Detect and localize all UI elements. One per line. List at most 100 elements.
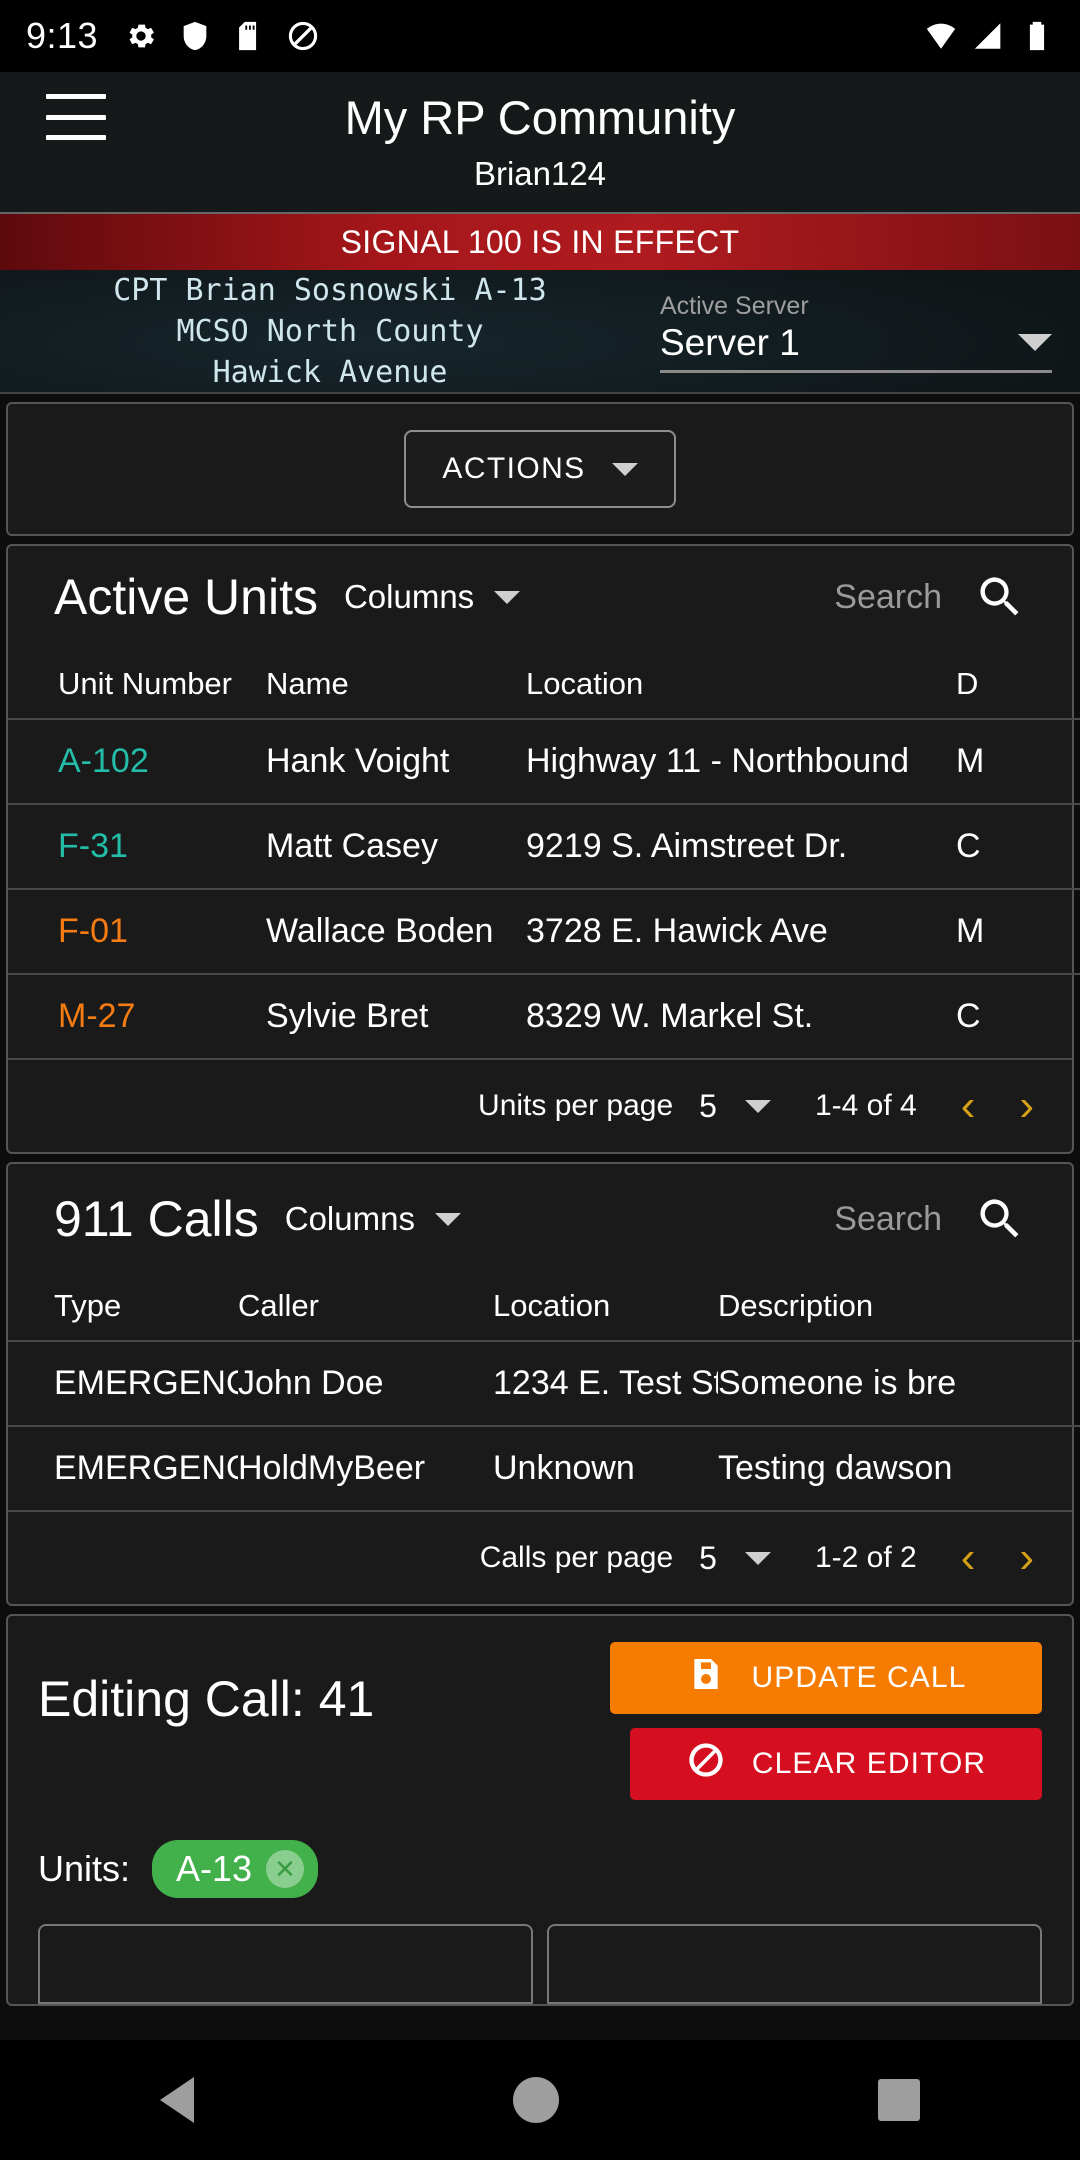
- status-bar: 9:13: [0, 0, 1080, 72]
- wifi-icon: [924, 19, 958, 53]
- home-circle-icon[interactable]: [512, 2077, 559, 2123]
- calls-911-card: 911 Calls Columns Search Type Caller Loc…: [6, 1162, 1080, 1606]
- android-navigation-bar: [0, 2040, 1080, 2160]
- block-icon: [686, 1740, 726, 1788]
- column-header-caller[interactable]: Caller: [238, 1266, 493, 1341]
- chevron-left-icon[interactable]: ‹: [961, 1536, 976, 1580]
- calls-911-header: 911 Calls Columns Search: [8, 1164, 1072, 1266]
- column-header-type[interactable]: Type: [8, 1266, 238, 1341]
- calls-per-page-label: Calls per page: [479, 1541, 674, 1574]
- cell-type: EMERGENCY: [8, 1425, 238, 1510]
- table-row[interactable]: EMERGENCYJohn Doe1234 E. Test St.Someone…: [8, 1340, 1080, 1426]
- column-header-location[interactable]: Location: [493, 1266, 718, 1341]
- cell-unit-number: F-31: [8, 803, 266, 889]
- update-call-button[interactable]: UPDATE CALL: [610, 1642, 1042, 1714]
- cell-description: Someone is bre: [718, 1340, 1080, 1426]
- close-circle-icon[interactable]: ✕: [266, 1850, 305, 1888]
- chevron-down-icon[interactable]: [744, 1551, 771, 1565]
- active-units-paginator: Units per page 5 1-4 of 4 ‹ ›: [8, 1058, 1072, 1152]
- chevron-down-icon: [494, 590, 521, 604]
- unit-chip[interactable]: A-13 ✕: [152, 1840, 319, 1898]
- table-row[interactable]: F-01 Wallace Boden 3728 E. Hawick Ave M: [8, 888, 1080, 974]
- hamburger-menu-icon[interactable]: [46, 94, 106, 140]
- active-units-columns-button[interactable]: Columns: [343, 578, 521, 616]
- officer-department-line: MCSO North County: [176, 313, 484, 349]
- clear-editor-label: CLEAR EDITOR: [751, 1747, 987, 1780]
- cell-department: M: [956, 888, 1080, 974]
- active-server-label: Active Server: [660, 291, 809, 320]
- editor-units-row: Units: A-13 ✕: [38, 1840, 1042, 1898]
- status-bar-notification-icons: [124, 19, 320, 53]
- actions-button-label: ACTIONS: [442, 452, 586, 485]
- column-header-unit-number[interactable]: Unit Number: [8, 644, 266, 719]
- cell-location: 3728 E. Hawick Ave: [526, 888, 956, 974]
- editor-field-left[interactable]: [38, 1924, 533, 2004]
- chevron-right-icon[interactable]: ›: [1019, 1536, 1034, 1580]
- columns-button-label: Columns: [343, 578, 475, 615]
- table-row[interactable]: M-27 Sylvie Bret 8329 W. Markel St. C: [8, 973, 1080, 1058]
- active-units-search[interactable]: Search: [834, 571, 1026, 623]
- chevron-right-icon[interactable]: ›: [1019, 1084, 1034, 1128]
- active-server-select[interactable]: Active Server Server 1: [660, 290, 1080, 373]
- search-icon[interactable]: [974, 1193, 1026, 1245]
- chevron-down-icon[interactable]: [744, 1099, 771, 1113]
- gear-icon: [124, 19, 158, 53]
- editor-fields-row: [38, 1924, 1042, 2004]
- back-triangle-icon[interactable]: [159, 2077, 194, 2123]
- cell-department: C: [956, 803, 1080, 889]
- search-input[interactable]: Search: [834, 578, 942, 617]
- cell-department: C: [956, 973, 1080, 1058]
- column-header-name[interactable]: Name: [266, 644, 526, 719]
- cell-location: Highway 11 - Northbound: [526, 718, 956, 804]
- cell-name: Wallace Boden: [266, 888, 526, 974]
- unit-chip-label: A-13: [176, 1848, 253, 1889]
- cell-signal-icon: [972, 19, 1006, 53]
- sd-card-icon: [232, 19, 266, 53]
- page-title: My RP Community: [344, 91, 736, 144]
- search-input[interactable]: Search: [834, 1200, 942, 1239]
- units-per-page-label: Units per page: [478, 1089, 674, 1122]
- column-header-description[interactable]: Description: [718, 1266, 1080, 1341]
- chevron-down-icon: [611, 462, 638, 476]
- calls-911-paginator: Calls per page 5 1-2 of 2 ‹ ›: [8, 1510, 1072, 1604]
- cell-location: 9219 S. Aimstreet Dr.: [526, 803, 956, 889]
- officer-status-panel: CPT Brian Sosnowski A-13 MCSO North Coun…: [0, 270, 1080, 394]
- editing-call-title: Editing Call: 41: [38, 1671, 375, 1727]
- units-label: Units:: [38, 1848, 131, 1889]
- column-header-location[interactable]: Location: [526, 644, 956, 719]
- table-header-row: Type Caller Location Description: [8, 1266, 1080, 1341]
- clear-editor-button[interactable]: CLEAR EDITOR: [630, 1728, 1042, 1800]
- calls-page-range: 1-2 of 2: [814, 1541, 917, 1574]
- chevron-left-icon[interactable]: ‹: [961, 1084, 976, 1128]
- active-units-table: Unit Number Name Location D A-102 Hank Vo…: [8, 644, 1080, 1058]
- columns-button-label: Columns: [284, 1200, 415, 1237]
- signal-100-banner: SIGNAL 100 IS IN EFFECT: [0, 212, 1080, 270]
- column-header-department[interactable]: D: [956, 644, 1080, 719]
- battery-icon: [1020, 19, 1054, 53]
- table-row[interactable]: A-102 Hank Voight Highway 11 - Northbound M: [8, 718, 1080, 804]
- cell-name: Sylvie Bret: [266, 973, 526, 1058]
- update-call-label: UPDATE CALL: [751, 1661, 967, 1694]
- active-units-card: Active Units Columns Search Unit Number …: [6, 544, 1080, 1154]
- calls-911-search[interactable]: Search: [834, 1193, 1026, 1245]
- chevron-down-icon[interactable]: [1018, 334, 1052, 351]
- cell-department: M: [956, 718, 1080, 804]
- cell-type: EMERGENCY: [8, 1340, 238, 1426]
- recents-square-icon[interactable]: [878, 2079, 921, 2121]
- units-per-page-value[interactable]: 5: [699, 1088, 717, 1125]
- cell-location: 8329 W. Markel St.: [526, 973, 956, 1058]
- call-editor-card: Editing Call: 41 UPDATE CALL CLEAR EDITO…: [6, 1614, 1074, 2006]
- editor-field-right[interactable]: [547, 1924, 1042, 2004]
- cell-unit-number: M-27: [8, 973, 266, 1058]
- actions-card: ACTIONS: [6, 402, 1074, 536]
- table-row[interactable]: EMERGENCYHoldMyBeerUnknownTesting dawson: [8, 1425, 1080, 1510]
- table-row[interactable]: F-31 Matt Casey 9219 S. Aimstreet Dr. C: [8, 803, 1080, 889]
- officer-info: CPT Brian Sosnowski A-13 MCSO North Coun…: [0, 270, 660, 393]
- actions-button[interactable]: ACTIONS: [404, 430, 676, 508]
- active-units-title: Active Units: [54, 569, 318, 625]
- mute-icon: [286, 19, 320, 53]
- app-bar: My RP Community Brian124: [0, 72, 1080, 212]
- calls-911-columns-button[interactable]: Columns: [285, 1200, 461, 1238]
- search-icon[interactable]: [974, 571, 1026, 623]
- calls-per-page-value[interactable]: 5: [699, 1540, 717, 1577]
